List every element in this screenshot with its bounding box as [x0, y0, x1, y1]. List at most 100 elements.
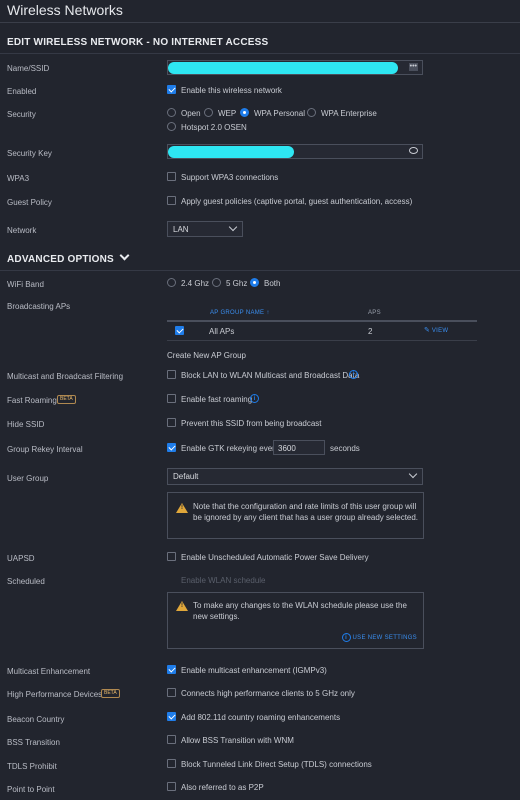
- multicast-filter-checkbox[interactable]: [167, 370, 176, 379]
- beta-badge: BETA: [101, 689, 120, 698]
- info-icon[interactable]: i: [250, 394, 259, 403]
- chevron-down-icon: [119, 250, 130, 261]
- p2p-checkbox[interactable]: [167, 782, 176, 791]
- uapsd-label: UAPSD: [7, 554, 35, 563]
- warning-icon: [176, 601, 188, 611]
- hpd-label: High Performance Devices: [7, 690, 103, 699]
- tdls-checkbox[interactable]: [167, 759, 176, 768]
- band-both-radio[interactable]: [250, 278, 259, 287]
- view-button[interactable]: ✎ VIEW: [424, 326, 448, 334]
- security-wpa-enterprise-radio[interactable]: [307, 108, 316, 117]
- security-wpa-enterprise-text: WPA Enterprise: [321, 109, 377, 118]
- wpa3-text: Support WPA3 connections: [181, 173, 279, 182]
- user-group-value: Default: [173, 472, 199, 481]
- beacon-checkbox[interactable]: [167, 712, 176, 721]
- hide-ssid-checkbox[interactable]: [167, 418, 176, 427]
- rekey-label: Group Rekey Interval: [7, 445, 83, 454]
- security-key-label: Security Key: [7, 149, 52, 158]
- name-ssid-label: Name/SSID: [7, 64, 50, 73]
- aps-count: 2: [368, 327, 373, 336]
- fast-roaming-label: Fast Roaming: [7, 396, 57, 405]
- multicast-filter-text: Block LAN to WLAN Multicast and Broadcas…: [181, 371, 360, 380]
- hpd-text: Connects high performance clients to 5 G…: [181, 689, 355, 698]
- use-new-settings-button[interactable]: i USE NEW SETTINGS: [341, 633, 417, 642]
- user-group-select[interactable]: Default: [167, 468, 423, 485]
- advanced-options-toggle[interactable]: ADVANCED OPTIONS: [7, 250, 130, 265]
- info-icon[interactable]: i: [349, 370, 358, 379]
- p2p-text: Also referred to as P2P: [181, 783, 264, 792]
- multicast-enh-checkbox[interactable]: [167, 665, 176, 674]
- edit-section-title: EDIT WIRELESS NETWORK - NO INTERNET ACCE…: [7, 37, 269, 48]
- row-checkbox[interactable]: [175, 326, 184, 335]
- multicast-enh-text: Enable multicast enhancement (IGMPv3): [181, 666, 327, 675]
- band-both-text: Both: [264, 279, 281, 288]
- rekey-input[interactable]: 3600: [273, 440, 325, 455]
- guest-policy-label: Guest Policy: [7, 198, 52, 207]
- section-divider: [0, 270, 520, 271]
- wpa3-checkbox[interactable]: [167, 172, 176, 181]
- security-open-radio[interactable]: [167, 108, 176, 117]
- sort-arrow-icon: ↑: [266, 310, 270, 316]
- table-header-divider: [167, 320, 477, 322]
- wifi-band-label: WiFi Band: [7, 280, 44, 289]
- enabled-label: Enabled: [7, 87, 37, 96]
- guest-policy-checkbox[interactable]: [167, 196, 176, 205]
- fast-roaming-checkbox[interactable]: [167, 394, 176, 403]
- tdls-label: TDLS Prohibit: [7, 762, 57, 771]
- tdls-text: Block Tunneled Link Direct Setup (TDLS) …: [181, 760, 372, 769]
- scheduled-text: Enable WLAN schedule: [181, 576, 266, 585]
- schedule-notice: To make any changes to the WLAN schedule…: [167, 592, 424, 649]
- hide-ssid-text: Prevent this SSID from being broadcast: [181, 419, 322, 428]
- network-value: LAN: [173, 225, 189, 234]
- title-divider: [0, 22, 520, 23]
- user-group-notice-text: Note that the configuration and rate lim…: [193, 502, 419, 522]
- schedule-notice-text: To make any changes to the WLAN schedule…: [193, 601, 407, 621]
- multicast-enh-label: Multicast Enhancement: [7, 667, 91, 676]
- enabled-text: Enable this wireless network: [181, 86, 282, 95]
- section-divider: [0, 53, 520, 54]
- chevron-down-icon: [228, 222, 238, 232]
- warning-icon: [176, 503, 188, 513]
- security-hotspot-text: Hotspot 2.0 OSEN: [181, 123, 247, 132]
- redacted-key: [168, 146, 294, 158]
- advanced-options-title: ADVANCED OPTIONS: [7, 254, 114, 265]
- security-wep-radio[interactable]: [204, 108, 213, 117]
- band-5-text: 5 Ghz: [226, 279, 248, 288]
- beacon-label: Beacon Country: [7, 715, 65, 724]
- band-24-text: 2.4 Ghz: [181, 279, 210, 288]
- eye-icon[interactable]: [409, 147, 418, 154]
- bss-checkbox[interactable]: [167, 735, 176, 744]
- beta-badge: BETA: [57, 395, 76, 404]
- enabled-checkbox[interactable]: [167, 85, 176, 94]
- uapsd-checkbox[interactable]: [167, 552, 176, 561]
- network-label: Network: [7, 226, 37, 235]
- security-wep-text: WEP: [218, 109, 237, 118]
- band-24-radio[interactable]: [167, 278, 176, 287]
- beacon-text: Add 802.11d country roaming enhancements: [181, 713, 341, 722]
- chevron-down-icon: [408, 469, 418, 479]
- ap-group-name-header[interactable]: AP GROUP NAME ↑: [210, 310, 270, 316]
- security-hotspot-radio[interactable]: [167, 122, 176, 131]
- redacted-ssid: [168, 62, 398, 74]
- security-key-input[interactable]: [167, 144, 423, 159]
- band-5-radio[interactable]: [212, 278, 221, 287]
- bss-text: Allow BSS Transition with WNM: [181, 736, 294, 745]
- multicast-filter-label: Multicast and Broadcast Filtering: [7, 372, 124, 381]
- network-select[interactable]: LAN: [167, 221, 243, 237]
- hide-ssid-label: Hide SSID: [7, 420, 45, 429]
- security-wpa-personal-radio[interactable]: [240, 108, 249, 117]
- guest-policy-text: Apply guest policies (captive portal, gu…: [181, 197, 413, 206]
- rekey-text: Enable GTK rekeying every: [181, 444, 279, 453]
- create-ap-group-link[interactable]: Create New AP Group: [167, 351, 246, 360]
- p2p-label: Point to Point: [7, 785, 55, 794]
- wpa3-label: WPA3: [7, 174, 30, 183]
- hpd-checkbox[interactable]: [167, 688, 176, 697]
- security-label: Security: [7, 110, 36, 119]
- rekey-checkbox[interactable]: [167, 443, 176, 452]
- more-icon[interactable]: •••: [408, 63, 418, 71]
- bss-label: BSS Transition: [7, 738, 60, 747]
- uapsd-text: Enable Unscheduled Automatic Power Save …: [181, 553, 369, 562]
- broadcasting-aps-label: Broadcasting APs: [7, 302, 71, 311]
- ssid-input[interactable]: •••: [167, 60, 423, 75]
- rekey-unit: seconds: [330, 444, 360, 453]
